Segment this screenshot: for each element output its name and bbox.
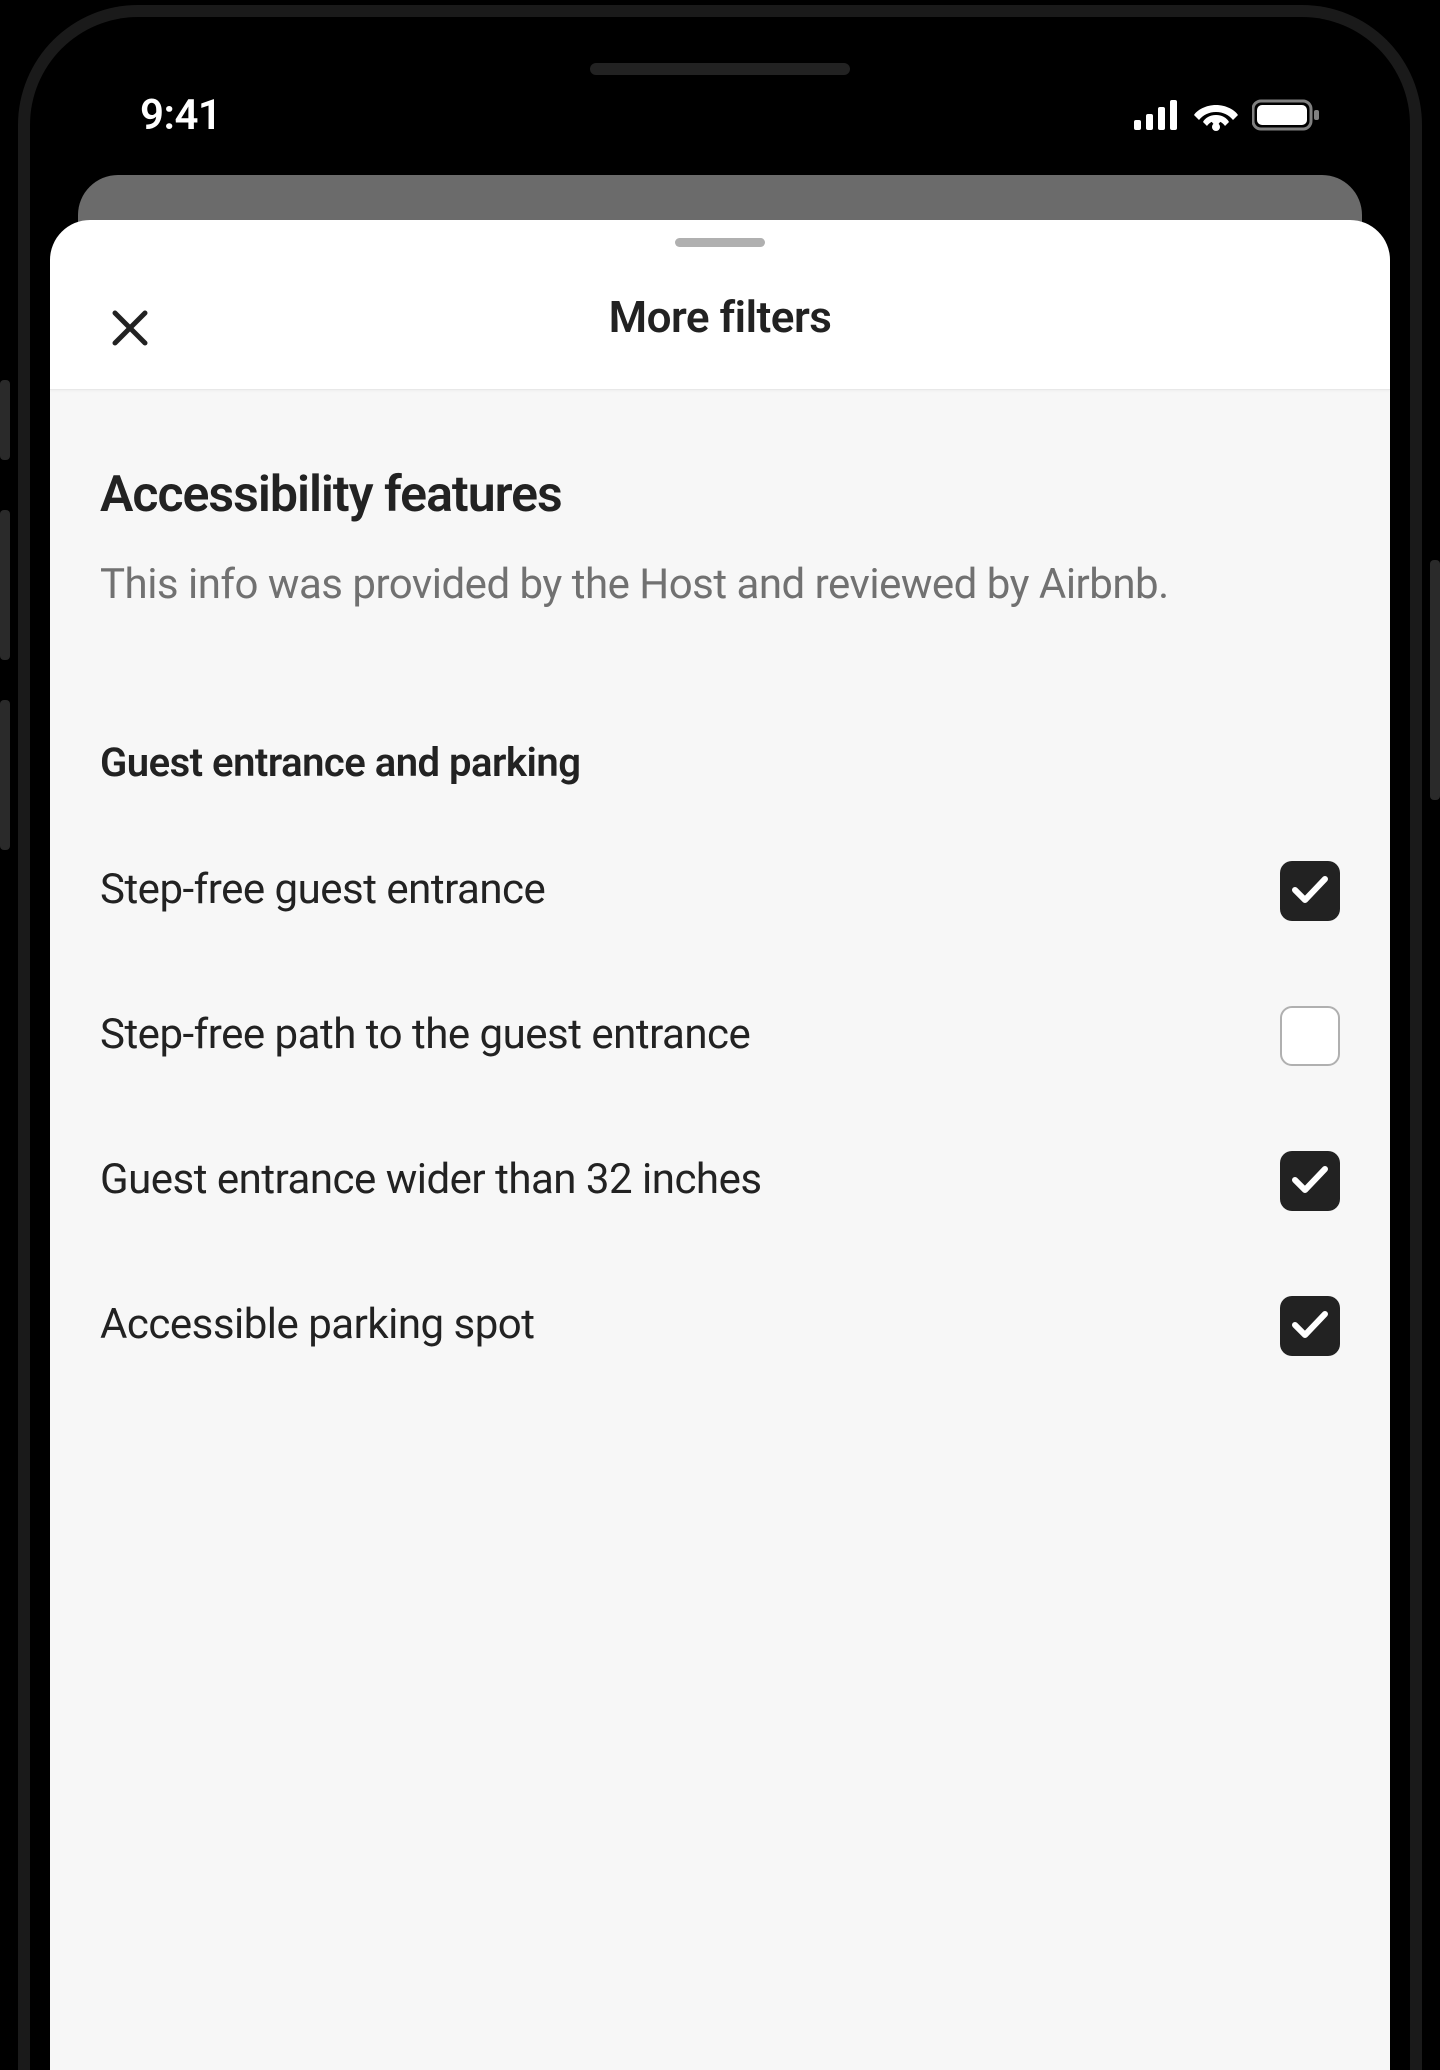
- filter-option-row: Step-free path to the guest entrance: [100, 1006, 1340, 1066]
- filter-option-row: Guest entrance wider than 32 inches: [100, 1151, 1340, 1211]
- checkbox-step-free-path[interactable]: [1280, 1006, 1340, 1066]
- notch: [590, 63, 850, 75]
- side-button: [0, 380, 10, 460]
- section-title: Accessibility features: [100, 465, 1340, 525]
- status-time: 9:41: [140, 91, 221, 140]
- filter-option-label: Step-free path to the guest entrance: [100, 1007, 1240, 1064]
- filter-option-row: Accessible parking spot: [100, 1296, 1340, 1356]
- section-subtitle: This info was provided by the Host and r…: [100, 557, 1340, 614]
- screen: 9:41: [50, 35, 1390, 2070]
- wifi-icon: [1194, 99, 1238, 131]
- status-bar: 9:41: [50, 35, 1390, 175]
- close-button[interactable]: [105, 305, 155, 355]
- side-button: [0, 700, 10, 850]
- filter-option-row: Step-free guest entrance: [100, 861, 1340, 921]
- subsection-title: Guest entrance and parking: [100, 739, 1340, 786]
- cellular-signal-icon: [1134, 100, 1180, 130]
- phone-frame: 9:41: [0, 0, 1440, 2070]
- sheet-body[interactable]: Accessibility features This info was pro…: [50, 390, 1390, 2070]
- filter-option-label: Accessible parking spot: [100, 1297, 1240, 1354]
- filter-option-label: Guest entrance wider than 32 inches: [100, 1152, 1240, 1209]
- status-icons: [1134, 99, 1320, 131]
- battery-icon: [1252, 99, 1320, 131]
- filter-option-label: Step-free guest entrance: [100, 862, 1240, 919]
- phone-body: 9:41: [18, 5, 1422, 2070]
- checkbox-step-free-entrance[interactable]: [1280, 861, 1340, 921]
- filters-sheet: More filters Accessibility features This…: [50, 220, 1390, 2070]
- sheet-title: More filters: [609, 291, 832, 343]
- close-icon: [111, 309, 149, 351]
- checkmark-icon: [1291, 1309, 1329, 1343]
- side-button: [0, 510, 10, 660]
- checkbox-entrance-wider-32[interactable]: [1280, 1151, 1340, 1211]
- side-button: [1430, 560, 1440, 800]
- checkbox-accessible-parking[interactable]: [1280, 1296, 1340, 1356]
- sheet-header: More filters: [50, 220, 1390, 390]
- checkmark-icon: [1291, 874, 1329, 908]
- checkmark-icon: [1291, 1164, 1329, 1198]
